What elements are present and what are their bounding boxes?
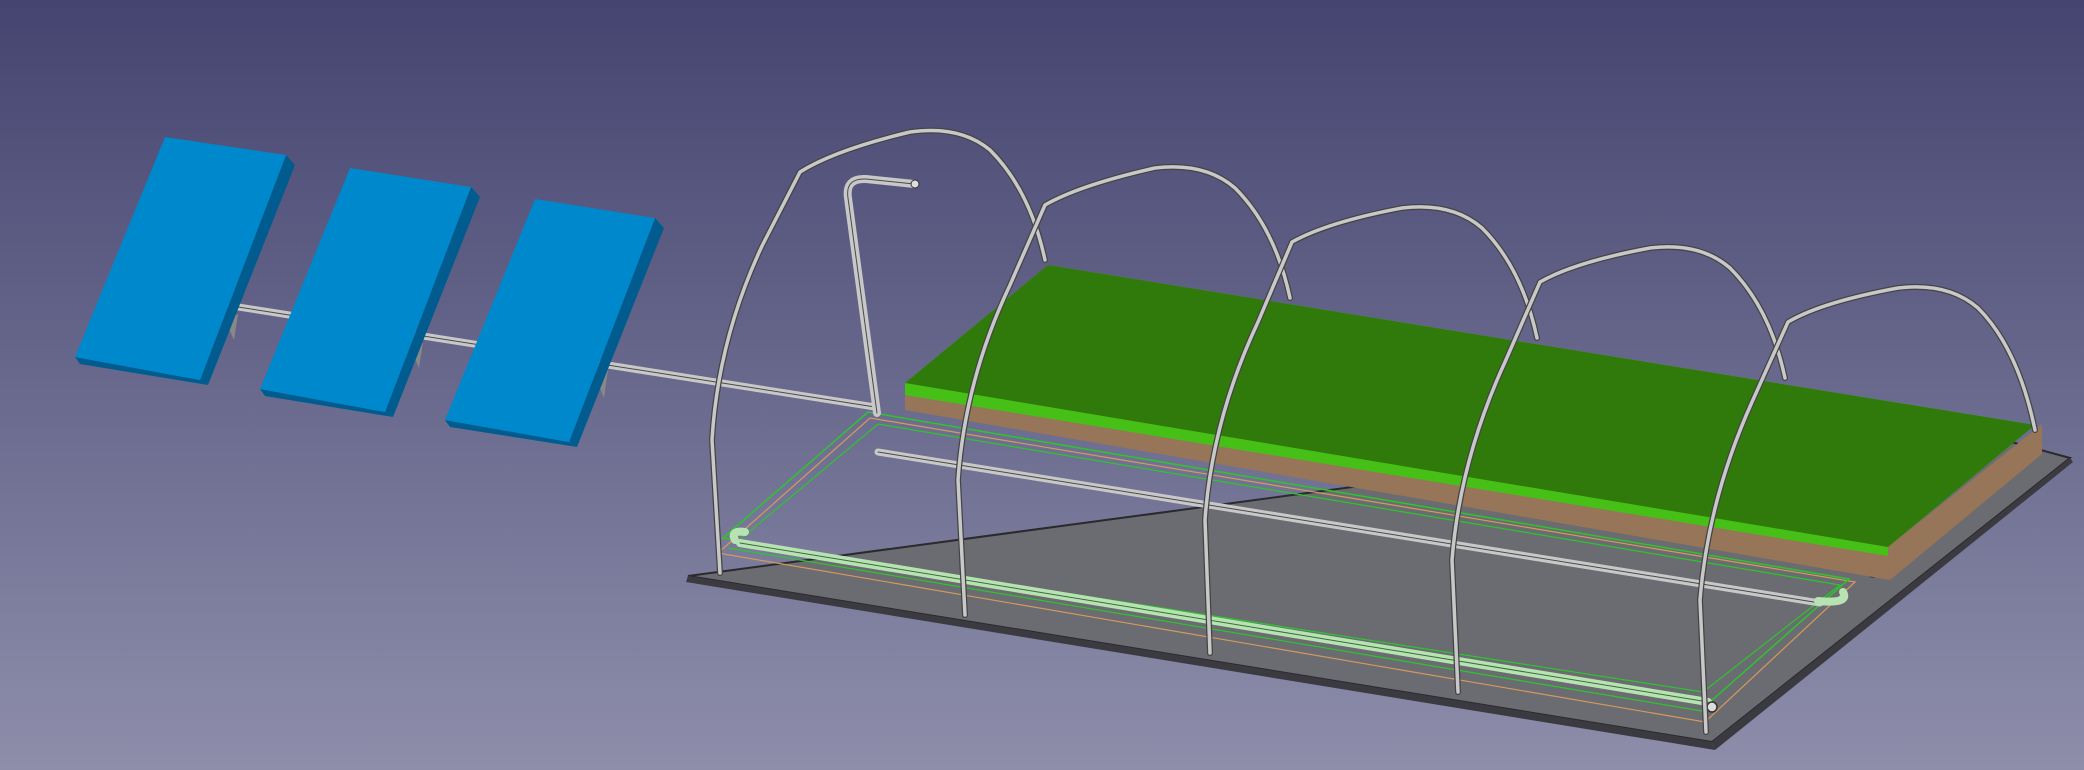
drip-pipe-end[interactable] xyxy=(729,527,749,544)
3d-viewport[interactable] xyxy=(0,0,2084,770)
solar-panel[interactable] xyxy=(75,137,295,385)
solar-panel-array[interactable] xyxy=(75,137,664,447)
solar-panel[interactable] xyxy=(260,168,480,417)
end-cap-fitting[interactable] xyxy=(1706,701,1718,713)
pipe-cap xyxy=(910,179,920,189)
3d-scene[interactable] xyxy=(0,0,2084,770)
supply-pipe-riser[interactable] xyxy=(843,174,918,417)
solar-panel[interactable] xyxy=(445,199,664,447)
